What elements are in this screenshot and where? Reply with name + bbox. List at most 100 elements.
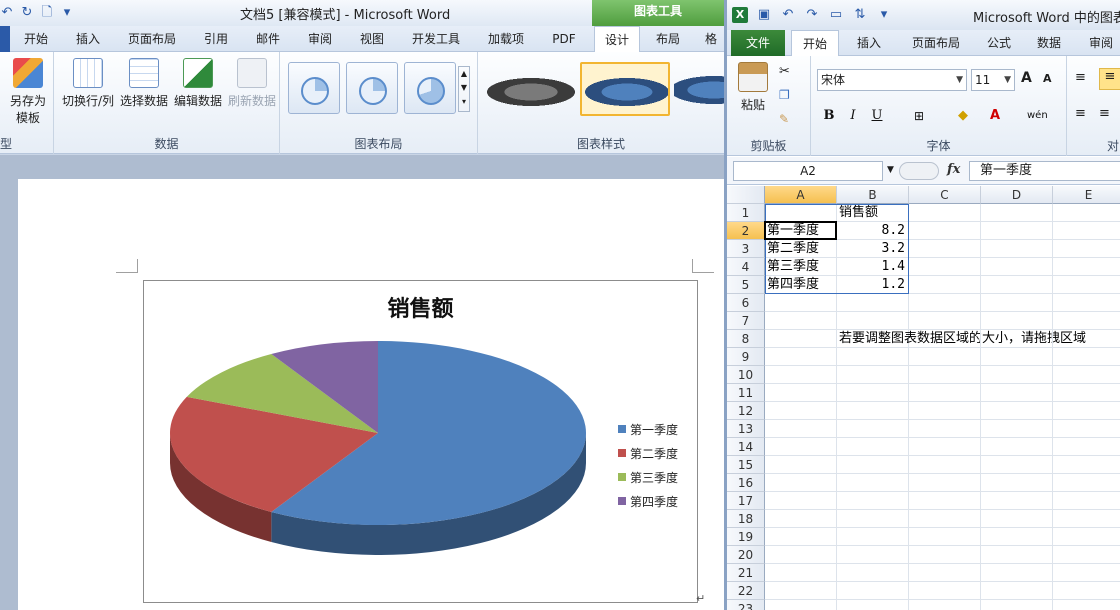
underline-button[interactable]: U: [867, 106, 887, 126]
row-header[interactable]: 6: [727, 294, 765, 312]
tab-developer[interactable]: 开发工具: [404, 26, 468, 52]
cell-c17[interactable]: [909, 492, 981, 510]
paste-button[interactable]: 粘贴: [733, 62, 773, 113]
cell-b23[interactable]: [837, 600, 909, 610]
cell-c18[interactable]: [909, 510, 981, 528]
cell-a10[interactable]: [765, 366, 837, 384]
cell-b6[interactable]: [837, 294, 909, 312]
cell-e10[interactable]: [1053, 366, 1120, 384]
cell-a20[interactable]: [765, 546, 837, 564]
cell-b15[interactable]: [837, 456, 909, 474]
redo-icon[interactable]: ↻: [20, 5, 34, 21]
cell-d6[interactable]: [981, 294, 1053, 312]
cell-c16[interactable]: [909, 474, 981, 492]
tab-mailings[interactable]: 邮件: [246, 26, 290, 52]
cell-b7[interactable]: [837, 312, 909, 330]
cell-d9[interactable]: [981, 348, 1053, 366]
cell-c14[interactable]: [909, 438, 981, 456]
align-middle-icon[interactable]: ≡: [1099, 68, 1120, 90]
tab-page-layout[interactable]: 页面布局: [903, 30, 969, 56]
cell-b3[interactable]: 3.2: [837, 240, 909, 258]
cell-e22[interactable]: [1053, 582, 1120, 600]
row-header[interactable]: 21: [727, 564, 765, 582]
chart-style-blue[interactable]: [674, 62, 724, 116]
cell-c10[interactable]: [909, 366, 981, 384]
cell-b14[interactable]: [837, 438, 909, 456]
name-box[interactable]: A2: [733, 161, 883, 181]
customize-qat-icon[interactable]: ▾: [877, 7, 891, 23]
cell-e13[interactable]: [1053, 420, 1120, 438]
cell-c22[interactable]: [909, 582, 981, 600]
cell-a22[interactable]: [765, 582, 837, 600]
cell-d19[interactable]: [981, 528, 1053, 546]
row-header[interactable]: 18: [727, 510, 765, 528]
cell-d5[interactable]: [981, 276, 1053, 294]
cell-b11[interactable]: [837, 384, 909, 402]
cell-e20[interactable]: [1053, 546, 1120, 564]
cell-b4[interactable]: 1.4: [837, 258, 909, 276]
column-header-c[interactable]: C: [909, 186, 981, 204]
cell-e19[interactable]: [1053, 528, 1120, 546]
cell-c15[interactable]: [909, 456, 981, 474]
cell-a21[interactable]: [765, 564, 837, 582]
decrease-font-icon[interactable]: A: [1043, 72, 1052, 85]
layout-gallery-scroll[interactable]: ▲ ▼ ▾: [458, 66, 470, 112]
document-page[interactable]: 销售额 第一季度 第二季度 第三季度 第四季度: [18, 179, 724, 610]
cell-e9[interactable]: [1053, 348, 1120, 366]
cell-a3[interactable]: 第二季度: [765, 240, 837, 258]
format-painter-icon[interactable]: ✎: [779, 112, 789, 126]
cell-b20[interactable]: [837, 546, 909, 564]
switch-row-column-button[interactable]: 切换行/列: [60, 58, 116, 109]
tab-design[interactable]: 设计: [594, 26, 640, 53]
undo-icon[interactable]: ↶: [781, 7, 795, 23]
chart-layout-2[interactable]: [346, 62, 398, 114]
legend-item[interactable]: 第二季度: [618, 441, 678, 465]
row-header[interactable]: 9: [727, 348, 765, 366]
row-header[interactable]: 19: [727, 528, 765, 546]
save-icon[interactable]: ▣: [757, 7, 771, 23]
row-header[interactable]: 15: [727, 456, 765, 474]
cell-b5[interactable]: 1.2: [837, 276, 909, 294]
cell-d4[interactable]: [981, 258, 1053, 276]
cell-d1[interactable]: [981, 204, 1053, 222]
tab-home[interactable]: 开始: [791, 30, 839, 57]
tab-home[interactable]: 开始: [14, 26, 58, 52]
tab-page-layout[interactable]: 页面布局: [120, 26, 184, 52]
tab-insert[interactable]: 插入: [66, 26, 110, 52]
row-header[interactable]: 16: [727, 474, 765, 492]
chart-style-gray[interactable]: [486, 62, 576, 116]
cell-b13[interactable]: [837, 420, 909, 438]
tab-references[interactable]: 引用: [194, 26, 238, 52]
cell-d14[interactable]: [981, 438, 1053, 456]
copy-icon[interactable]: ❐: [779, 88, 790, 102]
cell-e3[interactable]: [1053, 240, 1120, 258]
legend-item[interactable]: 第三季度: [618, 465, 678, 489]
cell-a18[interactable]: [765, 510, 837, 528]
cell-d12[interactable]: [981, 402, 1053, 420]
tab-formulas[interactable]: 公式: [977, 30, 1021, 56]
cell-e16[interactable]: [1053, 474, 1120, 492]
new-document-icon[interactable]: 🗋: [40, 5, 54, 21]
cell-a14[interactable]: [765, 438, 837, 456]
cell-b9[interactable]: [837, 348, 909, 366]
cell-c6[interactable]: [909, 294, 981, 312]
font-size-select[interactable]: 11 ▼: [971, 69, 1015, 91]
cell-b19[interactable]: [837, 528, 909, 546]
cell-b1[interactable]: 销售额: [837, 204, 909, 222]
cell-a19[interactable]: [765, 528, 837, 546]
cell-d2[interactable]: [981, 222, 1053, 240]
cell-c12[interactable]: [909, 402, 981, 420]
cell-d15[interactable]: [981, 456, 1053, 474]
tab-review[interactable]: 审阅: [1079, 30, 1120, 56]
cell-b8[interactable]: 若要调整图表数据区域的大小，请拖拽区域: [837, 330, 1086, 348]
tab-insert[interactable]: 插入: [845, 30, 893, 56]
row-header[interactable]: 12: [727, 402, 765, 420]
chart-object[interactable]: 销售额 第一季度 第二季度 第三季度 第四季度: [143, 280, 698, 603]
align-left-icon[interactable]: ≡: [1075, 106, 1086, 121]
cell-d8[interactable]: [981, 330, 1053, 348]
cell-e7[interactable]: [1053, 312, 1120, 330]
cell-e1[interactable]: [1053, 204, 1120, 222]
row-header[interactable]: 10: [727, 366, 765, 384]
column-header-b[interactable]: B: [837, 186, 909, 204]
cell-b10[interactable]: [837, 366, 909, 384]
